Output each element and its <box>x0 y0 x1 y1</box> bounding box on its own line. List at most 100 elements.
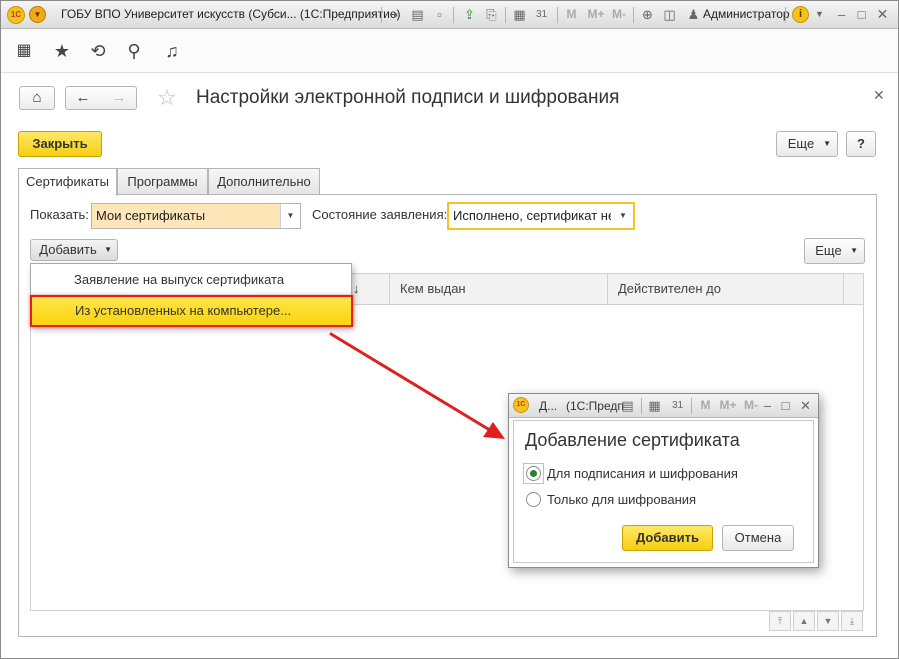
chevron-down-icon: ▼ <box>280 204 300 228</box>
chevron-down-icon: ▼ <box>613 204 633 228</box>
memory-minus-button[interactable]: M- <box>609 6 629 23</box>
separator <box>453 7 454 23</box>
upload-icon[interactable]: ⇪ <box>461 6 478 23</box>
radio-sign-and-encrypt-label[interactable]: Для подписания и шифрования <box>547 466 738 481</box>
more-button[interactable]: Еще ▼ <box>776 131 838 157</box>
history-icon[interactable]: ⟲ <box>87 40 109 62</box>
close-icon[interactable]: ✕ <box>874 6 891 23</box>
scroll-top-icon[interactable]: ⤒ <box>769 611 791 631</box>
dialog-add-button[interactable]: Добавить <box>622 525 713 551</box>
home-icon: ⌂ <box>32 89 42 106</box>
user-name[interactable]: Администратор <box>703 7 790 21</box>
apps-grid-icon[interactable]: ▦ <box>13 40 35 62</box>
navigation-toolbar: ▦ ★ ⟲ ⚲ ♫ <box>1 29 898 73</box>
dialog-title-bar: 1С Д... (1С:Предп ▤ ▦ 31 M M+ M- – □ ✕ <box>509 394 818 418</box>
column-issued-by[interactable]: Кем выдан <box>389 274 607 304</box>
status-label: Состояние заявления: <box>312 207 448 222</box>
chevron-down-icon[interactable]: ▼ <box>811 6 828 23</box>
info-icon[interactable]: i <box>792 6 809 23</box>
dialog-cancel-button[interactable]: Отмена <box>722 525 794 551</box>
dialog-title-short: Д... <box>539 399 558 413</box>
arrow-right-icon: → <box>111 89 127 106</box>
dialog-heading: Добавление сертификата <box>525 430 740 450</box>
close-icon[interactable]: ✕ <box>797 397 814 414</box>
print-icon[interactable]: ▤ <box>409 6 426 23</box>
column-valid-until[interactable]: Действителен до <box>607 274 843 304</box>
memory-plus-button[interactable]: M+ <box>585 6 607 23</box>
tab-certificates[interactable]: Сертификаты <box>18 168 117 196</box>
page-title: Настройки электронной подписи и шифрован… <box>196 87 620 108</box>
radio-sign-and-encrypt[interactable] <box>526 466 541 481</box>
column-spacer <box>843 274 863 304</box>
memory-m-button[interactable]: M <box>697 397 714 414</box>
separator <box>641 398 642 414</box>
back-button[interactable]: ← <box>65 86 101 110</box>
form-close-icon[interactable]: ✕ <box>873 87 885 104</box>
separator <box>557 7 558 23</box>
main-menu-icon[interactable]: ▼ <box>29 6 46 23</box>
memory-minus-button[interactable]: M- <box>741 397 761 414</box>
app-logo-icon: 1С <box>7 6 25 24</box>
bell-icon[interactable]: ♫ <box>161 40 183 62</box>
forward-button[interactable]: → <box>101 86 137 110</box>
print-icon[interactable]: ▤ <box>619 397 636 414</box>
calculator-icon[interactable]: ▦ <box>511 6 528 23</box>
title-bar: 1С ▼ ГОБУ ВПО Университет искусств (Субс… <box>1 1 898 29</box>
calendar-icon[interactable]: 31 <box>533 6 550 23</box>
status-select-value: Исполнено, сертификат не <box>453 208 611 223</box>
menu-item-request-certificate[interactable]: Заявление на выпуск сертификата <box>31 265 351 295</box>
list-more-label: Еще <box>815 243 842 258</box>
scroll-bottom-icon[interactable]: ⤓ <box>841 611 863 631</box>
separator <box>381 7 382 23</box>
add-button[interactable]: Добавить ▼ <box>30 239 118 261</box>
minimize-icon[interactable]: – <box>759 397 776 414</box>
scroll-down-icon[interactable]: ▼ <box>817 611 839 631</box>
app-logo-icon: 1С <box>513 397 529 413</box>
arrow-left-icon: ← <box>75 89 91 106</box>
annotation-arrow <box>329 332 505 439</box>
scroll-up-icon[interactable]: ▲ <box>793 611 815 631</box>
separator <box>691 398 692 414</box>
save-icon[interactable]: ▪ <box>387 6 404 23</box>
radio-encrypt-only[interactable] <box>526 492 541 507</box>
separator <box>505 7 506 23</box>
star-icon[interactable]: ★ <box>51 40 73 62</box>
home-button[interactable]: ⌂ <box>19 86 55 110</box>
help-button[interactable]: ? <box>846 131 876 157</box>
more-label: Еще <box>787 136 815 151</box>
status-select[interactable]: Исполнено, сертификат не ▼ <box>447 202 635 230</box>
window-title: ГОБУ ВПО Университет искусств (Субси... … <box>61 7 401 21</box>
close-button[interactable]: Закрыть <box>18 131 102 157</box>
show-select[interactable]: Мои сертификаты ▼ <box>91 203 301 229</box>
memory-plus-button[interactable]: M+ <box>717 397 739 414</box>
add-label: Добавить <box>39 242 97 257</box>
separator <box>633 7 634 23</box>
sort-arrow-icon[interactable]: ↓ <box>349 274 389 304</box>
attach-icon[interactable]: ⎘ <box>483 6 500 23</box>
show-select-value: Мои сертификаты <box>96 208 206 223</box>
memory-m-button[interactable]: M <box>563 6 580 23</box>
maximize-icon[interactable]: □ <box>853 6 870 23</box>
user-icon: ♟ <box>687 7 700 22</box>
add-dropdown-menu: Заявление на выпуск сертификата Из устан… <box>30 263 353 327</box>
add-certificate-dialog: 1С Д... (1С:Предп ▤ ▦ 31 M M+ M- – □ ✕ Д… <box>508 393 819 568</box>
chevron-down-icon: ▼ <box>104 245 112 254</box>
preview-icon[interactable]: ▫ <box>431 6 448 23</box>
menu-item-from-installed[interactable]: Из установленных на компьютере... <box>30 295 353 327</box>
favorite-star-icon[interactable]: ☆ <box>157 85 177 111</box>
calendar-icon[interactable]: 31 <box>669 397 686 414</box>
zoom-icon[interactable]: ⊕ <box>639 6 656 23</box>
main-window: 1С ▼ ГОБУ ВПО Университет искусств (Субс… <box>0 0 899 659</box>
panel-icon[interactable]: ◫ <box>661 6 678 23</box>
tab-additional[interactable]: Дополнительно <box>208 168 320 195</box>
maximize-icon[interactable]: □ <box>777 397 794 414</box>
minimize-icon[interactable]: – <box>833 6 850 23</box>
list-more-button[interactable]: Еще ▼ <box>804 238 865 264</box>
calculator-icon[interactable]: ▦ <box>646 397 663 414</box>
search-icon[interactable]: ⚲ <box>123 40 145 62</box>
chevron-down-icon: ▼ <box>850 246 858 255</box>
tab-programs[interactable]: Программы <box>117 168 208 195</box>
separator <box>785 7 786 23</box>
radio-encrypt-only-label[interactable]: Только для шифрования <box>547 492 696 507</box>
show-label: Показать: <box>30 207 89 222</box>
